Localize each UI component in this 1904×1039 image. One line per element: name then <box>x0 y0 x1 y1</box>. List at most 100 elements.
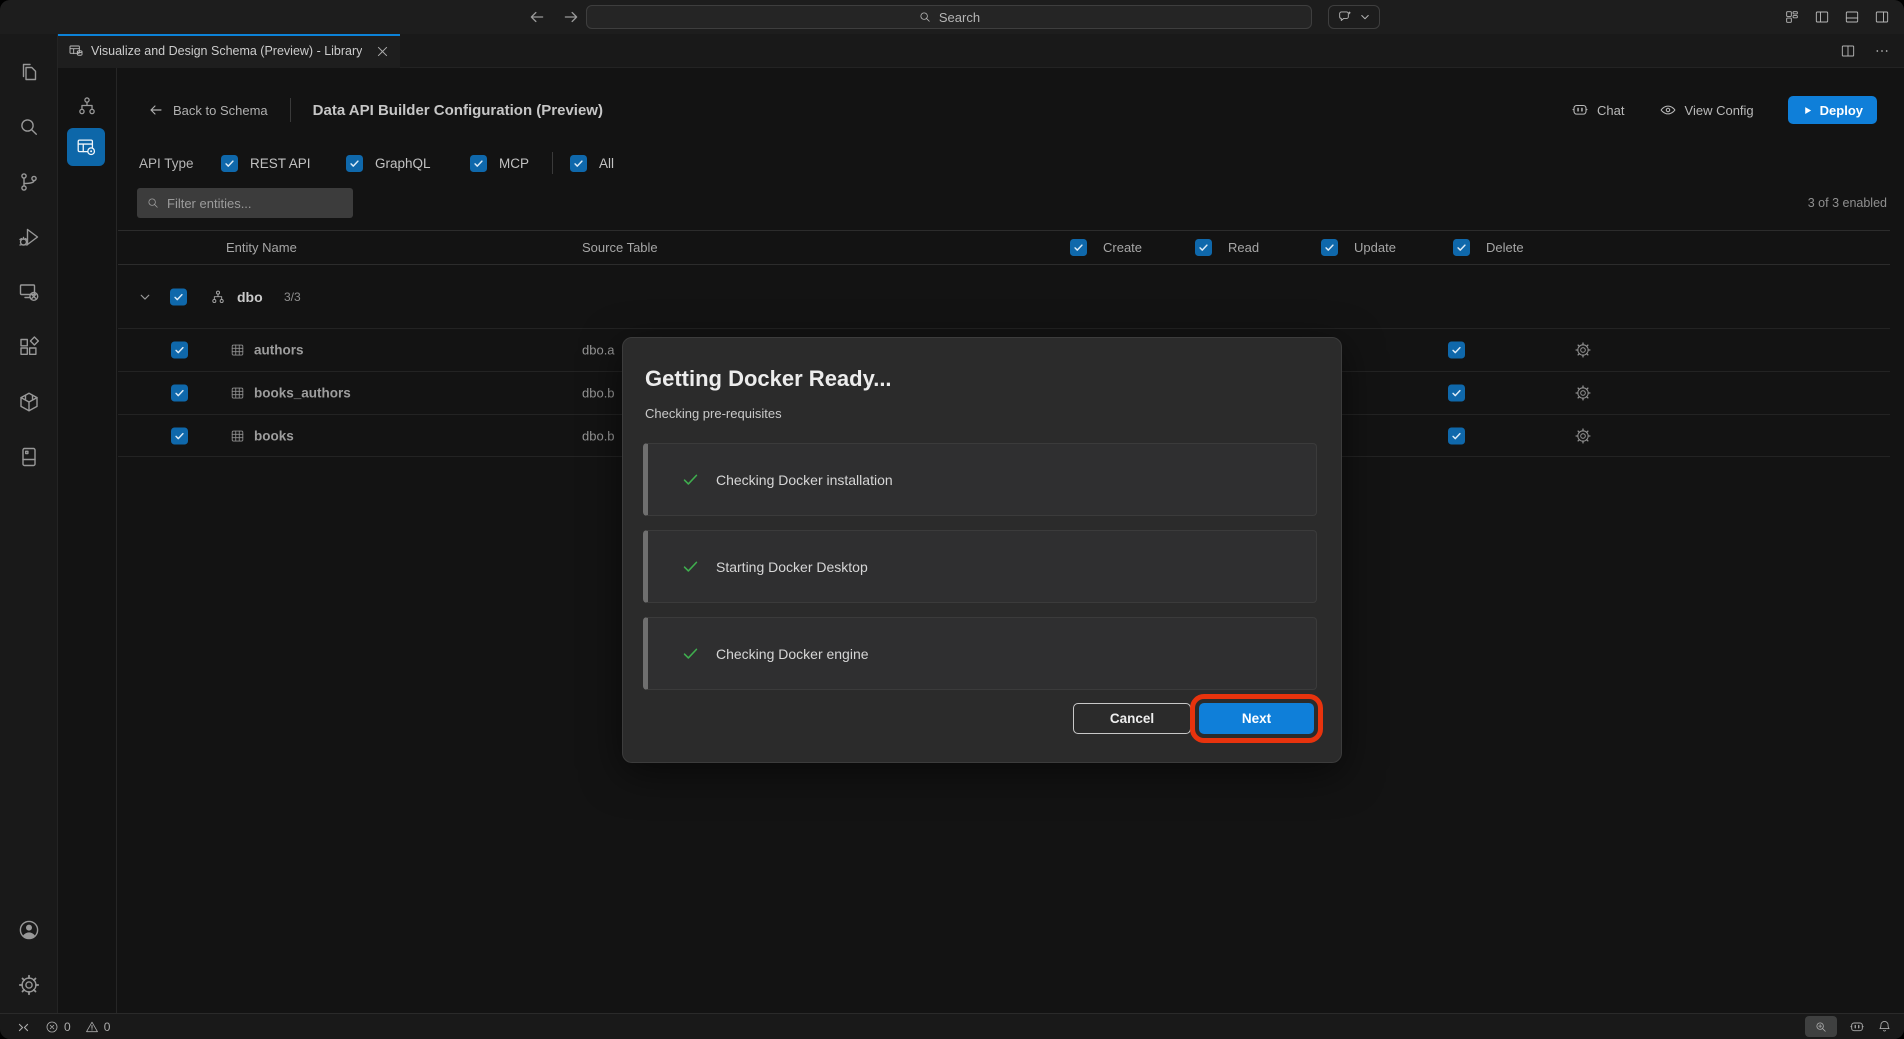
entity-settings-gear-icon[interactable] <box>1574 384 1592 402</box>
toggle-secondary-sidebar-icon[interactable] <box>1874 9 1890 25</box>
split-editor-icon[interactable] <box>1840 43 1856 59</box>
entity-settings-gear-icon[interactable] <box>1574 341 1592 359</box>
account-button[interactable] <box>17 918 41 942</box>
source-control-icon <box>17 170 41 194</box>
column-source-table: Source Table <box>582 231 658 264</box>
chat-button[interactable]: Chat <box>1571 101 1624 119</box>
option-all: All <box>570 148 614 178</box>
next-button[interactable]: Next <box>1199 703 1314 734</box>
column-delete: Delete <box>1453 231 1524 264</box>
success-check-icon <box>681 557 700 576</box>
settings-button[interactable] <box>17 973 41 997</box>
sidebar-item-source-control[interactable] <box>17 170 41 194</box>
step-label: Checking Docker engine <box>716 646 869 662</box>
chevron-down-icon[interactable] <box>138 290 152 304</box>
delete-checkbox[interactable] <box>1448 342 1465 359</box>
schema-visualizer-icon[interactable] <box>76 95 98 117</box>
group-name: dbo <box>237 289 263 305</box>
delete-checkbox[interactable] <box>1448 385 1465 402</box>
remote-indicator-icon[interactable] <box>16 1020 31 1035</box>
entity-checkbox[interactable] <box>171 385 188 402</box>
gear-icon <box>17 973 41 997</box>
back-arrow-icon[interactable] <box>528 8 546 26</box>
group-checkbox[interactable] <box>170 288 187 305</box>
container-box-icon <box>17 390 41 414</box>
update-all-checkbox[interactable] <box>1321 239 1338 256</box>
copilot-chat-button[interactable] <box>1328 5 1380 29</box>
back-to-schema-link[interactable]: Back to Schema <box>148 102 268 118</box>
tab-close-button[interactable] <box>375 44 390 59</box>
forward-arrow-icon[interactable] <box>562 8 580 26</box>
docker-ready-dialog: Getting Docker Ready... Checking pre-req… <box>622 337 1342 763</box>
mcp-label: MCP <box>499 156 529 171</box>
tab-title: Visualize and Design Schema (Preview) - … <box>91 44 362 58</box>
status-right <box>1805 1014 1892 1039</box>
remote-explorer-icon <box>17 280 41 304</box>
entity-name: books_authors <box>254 386 351 401</box>
sidebar-item-remote-explorer[interactable] <box>17 280 41 304</box>
column-read: Read <box>1195 231 1259 264</box>
filter-entities-input[interactable] <box>167 196 344 211</box>
more-actions-icon[interactable] <box>1874 43 1890 59</box>
create-all-checkbox[interactable] <box>1070 239 1087 256</box>
create-label: Create <box>1103 240 1142 255</box>
source-table-value: dbo.a <box>582 343 615 358</box>
command-center-search[interactable]: Search <box>586 5 1312 29</box>
view-config-label: View Config <box>1685 103 1754 118</box>
api-type-row: API Type REST API GraphQL MCP All <box>118 148 1904 178</box>
copilot-chat-icon <box>1337 9 1353 25</box>
schema-group-row: dbo 3/3 <box>118 265 1890 328</box>
bell-icon[interactable] <box>1877 1019 1892 1034</box>
entity-checkbox[interactable] <box>171 342 188 359</box>
toggle-panel-icon[interactable] <box>1844 9 1860 25</box>
layout-controls <box>1784 0 1890 34</box>
column-update: Update <box>1321 231 1396 264</box>
table-icon <box>230 343 245 358</box>
read-all-checkbox[interactable] <box>1195 239 1212 256</box>
dialog-subtitle: Checking pre-requisites <box>645 406 782 421</box>
tab-schema-designer[interactable]: Visualize and Design Schema (Preview) - … <box>58 34 400 68</box>
all-checkbox[interactable] <box>570 155 587 172</box>
rest-api-checkbox[interactable] <box>221 155 238 172</box>
mcp-checkbox[interactable] <box>470 155 487 172</box>
rest-api-label: REST API <box>250 156 311 171</box>
sidebar-item-database[interactable] <box>17 445 41 469</box>
delete-checkbox[interactable] <box>1448 427 1465 444</box>
close-icon <box>375 44 390 59</box>
sidebar-item-run-debug[interactable] <box>17 225 41 249</box>
step-label: Checking Docker installation <box>716 472 893 488</box>
sidebar-item-explorer[interactable] <box>17 60 41 84</box>
zoom-in-button[interactable] <box>1805 1016 1837 1037</box>
search-icon <box>17 115 41 139</box>
customize-layout-icon[interactable] <box>1784 9 1800 25</box>
page-title: Data API Builder Configuration (Preview) <box>313 102 603 119</box>
vscode-window: Search Visualize and Design Schema (Prev… <box>0 0 1904 1039</box>
toggle-primary-sidebar-icon[interactable] <box>1814 9 1830 25</box>
dialog-title: Getting Docker Ready... <box>645 366 892 392</box>
sidebar-item-search[interactable] <box>17 115 41 139</box>
schema-designer-icon <box>68 43 84 59</box>
history-navigation <box>528 0 580 34</box>
zoom-in-icon <box>1814 1020 1828 1034</box>
step-label: Starting Docker Desktop <box>716 559 868 575</box>
view-config-button[interactable]: View Config <box>1659 101 1754 119</box>
entity-settings-gear-icon[interactable] <box>1574 427 1592 445</box>
graphql-checkbox[interactable] <box>346 155 363 172</box>
copilot-status-icon[interactable] <box>1849 1019 1865 1035</box>
problems-warnings[interactable]: 0 <box>85 1020 111 1034</box>
back-arrow-icon <box>148 102 164 118</box>
deploy-button[interactable]: Deploy <box>1788 96 1877 124</box>
search-icon <box>918 10 932 24</box>
problems-errors[interactable]: 0 <box>45 1020 71 1034</box>
status-left: 0 0 <box>16 1014 110 1039</box>
table-designer-active-button[interactable] <box>67 128 105 166</box>
enabled-count: 3 of 3 enabled <box>1808 188 1887 218</box>
delete-all-checkbox[interactable] <box>1453 239 1470 256</box>
step-docker-engine: Checking Docker engine <box>643 617 1317 690</box>
sidebar-item-containers[interactable] <box>17 390 41 414</box>
step-docker-desktop: Starting Docker Desktop <box>643 530 1317 603</box>
deploy-label: Deploy <box>1820 103 1863 118</box>
sidebar-item-extensions[interactable] <box>17 335 41 359</box>
entity-checkbox[interactable] <box>171 427 188 444</box>
cancel-button[interactable]: Cancel <box>1073 703 1191 734</box>
